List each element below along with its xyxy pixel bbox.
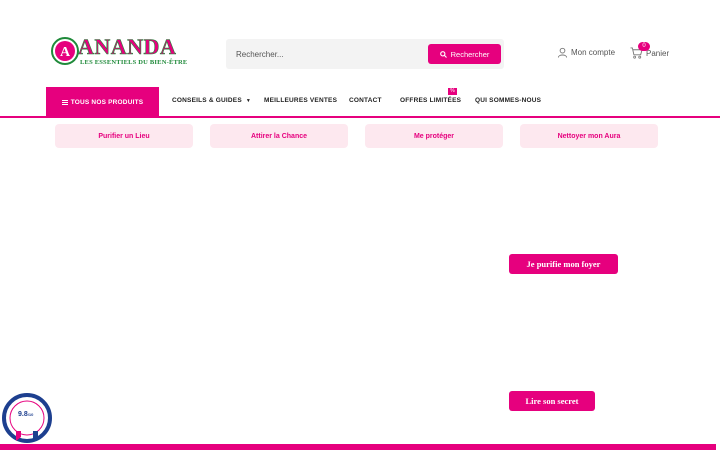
category-attirer-chance[interactable]: Attirer la Chance	[210, 124, 348, 148]
search-icon	[439, 50, 447, 58]
nav-contact[interactable]: CONTACT	[349, 97, 382, 104]
nav-conseils-guides-label: CONSEILS & GUIDES	[172, 97, 242, 104]
nav-divider	[0, 116, 720, 118]
logo-wordmark: ANANDA	[78, 34, 177, 60]
user-icon	[557, 47, 568, 58]
caret-down-icon: ▼	[245, 98, 252, 104]
review-score: 9.8/10	[18, 411, 33, 418]
account-label: Mon compte	[571, 48, 616, 57]
search-button-label: Rechercher	[450, 49, 490, 59]
menu-icon	[61, 99, 68, 105]
bottom-accent-bar	[0, 444, 716, 450]
account-link[interactable]: Mon compte	[557, 47, 615, 58]
nav-qui-sommes-nous[interactable]: QUI SOMMES-NOUS	[475, 97, 541, 104]
search-input[interactable]	[226, 39, 426, 69]
category-me-proteger[interactable]: Me protéger	[365, 124, 503, 148]
search-button[interactable]: Rechercher	[428, 44, 501, 64]
promo-badge: %	[448, 88, 457, 95]
nav-conseils-guides[interactable]: CONSEILS & GUIDES ▼	[172, 97, 251, 104]
nav-offres-limitees[interactable]: OFFRES LIMITÉES	[400, 97, 461, 104]
cart-count-badge: 0	[638, 42, 650, 51]
site-logo[interactable]: A ANANDA LES ESSENTIELS DU BIEN-ÊTRE	[50, 34, 187, 70]
review-seal[interactable]: 9.8/10	[2, 393, 52, 443]
category-nettoyer-aura[interactable]: Nettoyer mon Aura	[520, 124, 658, 148]
nav-all-products-label: TOUS NOS PRODUITS	[70, 98, 144, 106]
cta-purify-home-button[interactable]: Je purifie mon foyer	[509, 254, 618, 274]
review-score-value: 9.8	[18, 411, 28, 418]
category-purifier-lieu[interactable]: Purifier un Lieu	[55, 124, 193, 148]
cta-read-secret-button[interactable]: Lire son secret	[509, 391, 595, 411]
svg-text:A: A	[60, 45, 71, 60]
nav-meilleures-ventes[interactable]: MEILLEURES VENTES	[264, 97, 337, 104]
logo-emblem-icon: A	[51, 37, 79, 65]
search-bar: Rechercher	[226, 39, 504, 69]
cart-link[interactable]: 0 Panier	[630, 42, 670, 59]
logo-tagline: LES ESSENTIELS DU BIEN-ÊTRE	[80, 59, 188, 66]
nav-all-products[interactable]: TOUS NOS PRODUITS	[46, 87, 159, 117]
cart-label: Panier	[646, 48, 670, 58]
review-seal-icon	[2, 393, 52, 443]
review-score-scale: /10	[27, 412, 34, 417]
